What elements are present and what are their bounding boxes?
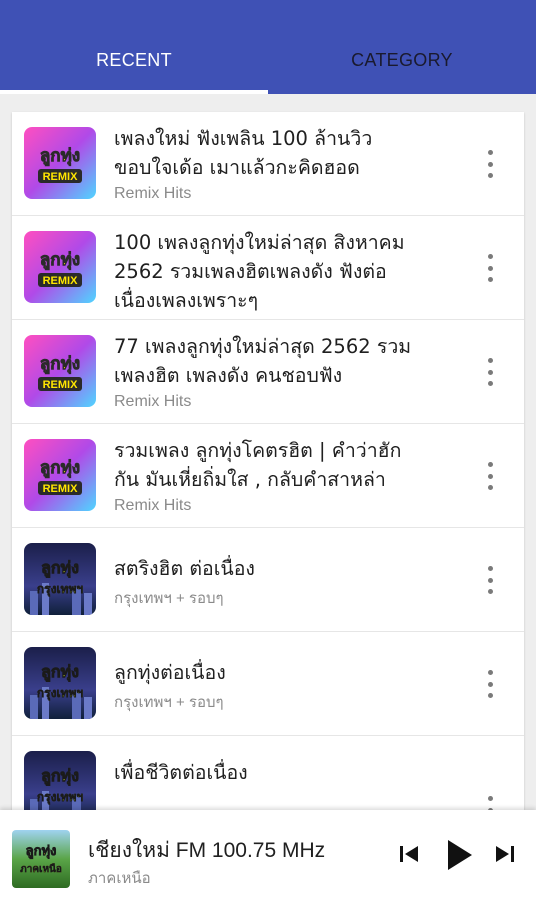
svg-text:ลูกทุ่ง: ลูกทุ่ง: [41, 766, 79, 787]
item-title-line: เพลงฮิต เพลงดัง คนชอบฟัง: [114, 364, 343, 387]
item-title-line: 100 เพลงลูกทุ่งใหม่ล่าสุด สิงหาคม: [114, 231, 405, 254]
station-list: ลูกทุ่ง REMIX เพลงใหม่ ฟังเพลิน 100 ล้าน…: [12, 112, 524, 810]
more-vert-icon[interactable]: [478, 150, 502, 178]
station-thumbnail: ลูกทุ่ง REMIX: [24, 335, 96, 407]
svg-text:ลูกทุ่ง: ลูกทุ่ง: [40, 250, 80, 271]
svg-text:กรุงเทพฯ: กรุงเทพฯ: [37, 790, 83, 805]
list-item[interactable]: ลูกทุ่ง REMIX 77 เพลงลูกทุ่งใหม่ล่าสุด 2…: [12, 320, 524, 424]
list-item[interactable]: ลูกทุ่ง REMIX รวมเพลง ลูกทุ่งโคตรฮิต | ค…: [12, 424, 524, 528]
list-item[interactable]: ลูกทุ่ง กรุงเทพฯ สตริงฮิต ต่อเนื่อง กรุง…: [12, 528, 524, 632]
item-subtitle: กรุงเทพฯ + รอบๆ: [114, 694, 224, 711]
svg-text:ภาคเหนือ: ภาคเหนือ: [20, 863, 62, 875]
tab-recent[interactable]: RECENT: [0, 0, 268, 94]
item-title-line: ลูกทุ่งต่อเนื่อง: [114, 661, 226, 684]
item-title-line: เนื่องเพลงเพราะๆ: [114, 289, 259, 312]
more-vert-icon[interactable]: [478, 796, 502, 810]
now-playing-bar[interactable]: ลูกทุ่ง ภาคเหนือ เชียงใหม่ FM 100.75 MHz…: [0, 810, 536, 900]
skip-previous-icon[interactable]: [398, 842, 420, 870]
item-title-line: กัน มันเหี่ยถิ่มใส , กลับคำสาหล่า: [114, 468, 386, 491]
now-playing-subtitle: ภาคเหนือ: [88, 869, 151, 887]
item-subtitle: Remix Hits: [114, 393, 192, 410]
station-thumbnail: ลูกทุ่ง REMIX: [24, 439, 96, 511]
now-playing-thumbnail: ลูกทุ่ง ภาคเหนือ: [12, 830, 70, 888]
list-item[interactable]: ลูกทุ่ง กรุงเทพฯ เพื่อชีวิตต่อเนื่อง: [12, 736, 524, 810]
item-title-line: สตริงฮิต ต่อเนื่อง: [114, 557, 255, 580]
svg-text:REMIX: REMIX: [43, 379, 79, 391]
station-thumbnail: ลูกทุ่ง REMIX: [24, 127, 96, 199]
svg-text:กรุงเทพฯ: กรุงเทพฯ: [37, 582, 83, 597]
svg-text:ลูกทุ่ง: ลูกทุ่ง: [41, 662, 79, 683]
item-subtitle: Remix Hits: [114, 497, 192, 514]
more-vert-icon[interactable]: [478, 358, 502, 386]
more-vert-icon[interactable]: [478, 670, 502, 698]
play-icon[interactable]: [444, 838, 474, 876]
item-title-line: ขอบใจเด้อ เมาแล้วกะคิดฮอด: [114, 156, 360, 179]
tab-indicator: [0, 90, 268, 94]
more-vert-icon[interactable]: [478, 462, 502, 490]
list-item[interactable]: ลูกทุ่ง REMIX 100 เพลงลูกทุ่งใหม่ล่าสุด …: [12, 216, 524, 320]
item-title-line: รวมเพลง ลูกทุ่งโคตรฮิต | คำว่าฮัก: [114, 439, 402, 462]
list-item[interactable]: ลูกทุ่ง REMIX เพลงใหม่ ฟังเพลิน 100 ล้าน…: [12, 112, 524, 216]
svg-text:ลูกทุ่ง: ลูกทุ่ง: [40, 146, 80, 167]
app-bar: RECENT CATEGORY: [0, 0, 536, 94]
item-title-line: เพื่อชีวิตต่อเนื่อง: [114, 761, 248, 784]
more-vert-icon[interactable]: [478, 566, 502, 594]
skip-next-icon[interactable]: [494, 842, 516, 870]
more-vert-icon[interactable]: [478, 254, 502, 282]
item-title-line: เพลงใหม่ ฟังเพลิน 100 ล้านวิว: [114, 127, 373, 150]
item-subtitle: กรุงเทพฯ + รอบๆ: [114, 590, 224, 607]
svg-text:ลูกทุ่ง: ลูกทุ่ง: [40, 354, 80, 375]
svg-text:REMIX: REMIX: [43, 275, 79, 287]
svg-text:REMIX: REMIX: [43, 483, 79, 495]
list-item[interactable]: ลูกทุ่ง กรุงเทพฯ ลูกทุ่งต่อเนื่อง กรุงเท…: [12, 632, 524, 736]
item-title-line: 77 เพลงลูกทุ่งใหม่ล่าสุด 2562 รวม: [114, 335, 412, 358]
svg-text:REMIX: REMIX: [43, 171, 79, 183]
svg-text:ลูกทุ่ง: ลูกทุ่ง: [40, 458, 80, 479]
now-playing-title: เชียงใหม่ FM 100.75 MHz: [88, 839, 326, 862]
item-subtitle: Remix Hits: [114, 185, 192, 202]
svg-text:ลูกทุ่ง: ลูกทุ่ง: [41, 558, 79, 579]
station-thumbnail: ลูกทุ่ง REMIX: [24, 231, 96, 303]
tab-category[interactable]: CATEGORY: [268, 0, 536, 94]
station-thumbnail: ลูกทุ่ง กรุงเทพฯ: [24, 543, 96, 615]
svg-text:กรุงเทพฯ: กรุงเทพฯ: [37, 686, 83, 701]
station-thumbnail: ลูกทุ่ง กรุงเทพฯ: [24, 647, 96, 719]
svg-text:ลูกทุ่ง: ลูกทุ่ง: [26, 844, 57, 859]
station-thumbnail: ลูกทุ่ง กรุงเทพฯ: [24, 751, 96, 810]
item-title-line: 2562 รวมเพลงฮิตเพลงดัง ฟังต่อ: [114, 260, 387, 283]
